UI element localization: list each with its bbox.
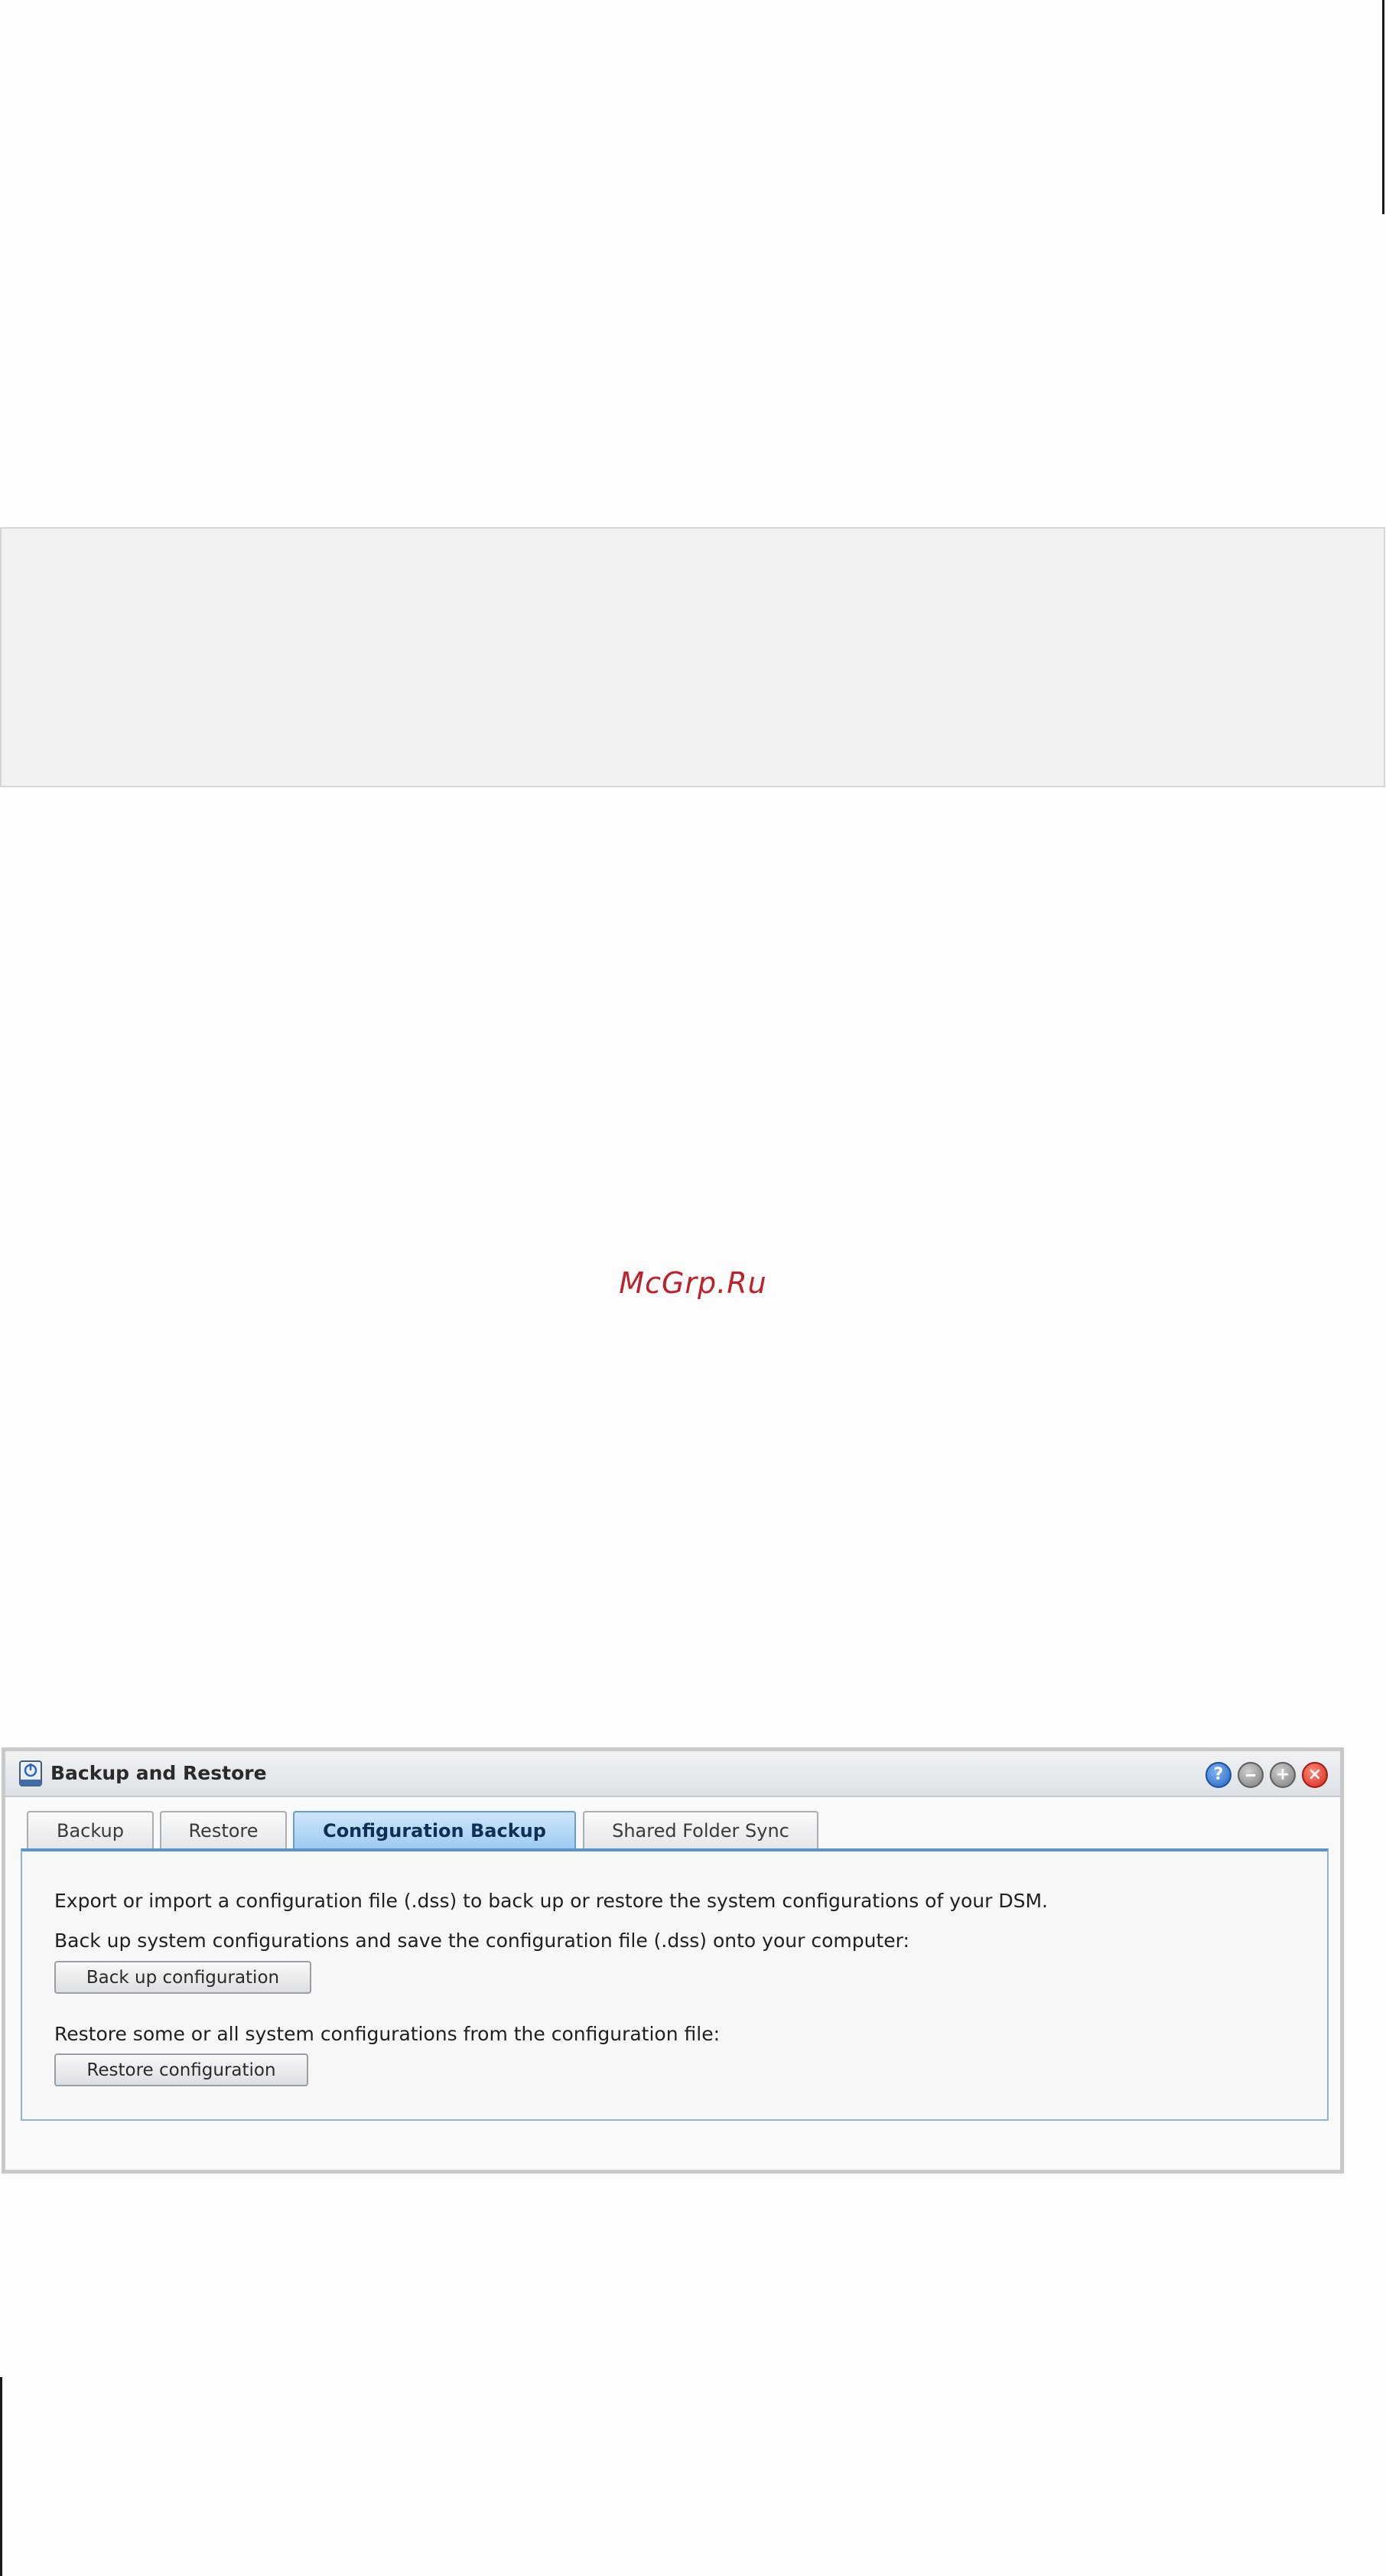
page-margin-rule-top (1382, 0, 1384, 214)
configuration-backup-panel: Export or import a configuration file (.… (21, 1848, 1329, 2121)
page-margin-rule-bottom (0, 2377, 2, 2576)
tab-configuration-backup[interactable]: Configuration Backup (293, 1811, 576, 1848)
maximize-icon[interactable]: + (1270, 1762, 1296, 1788)
watermark: McGrp.Ru (619, 1266, 767, 1300)
window-titlebar[interactable]: Backup and Restore ? + × (5, 1751, 1340, 1797)
backup-prompt-text: Back up system configurations and save t… (54, 1930, 909, 1952)
help-icon[interactable]: ? (1205, 1762, 1231, 1788)
window-title: Backup and Restore (50, 1762, 267, 1784)
tab-restore[interactable]: Restore (160, 1811, 287, 1848)
tab-backup[interactable]: Backup (27, 1811, 154, 1848)
shaded-note-box (0, 527, 1385, 787)
restore-prompt-text: Restore some or all system configuration… (54, 2023, 720, 2045)
restore-configuration-button[interactable]: Restore configuration (54, 2053, 308, 2086)
back-up-configuration-button[interactable]: Back up configuration (54, 1961, 311, 1994)
minimize-icon[interactable] (1238, 1762, 1264, 1788)
tab-shared-folder-sync[interactable]: Shared Folder Sync (583, 1811, 818, 1848)
backup-app-icon (19, 1760, 42, 1786)
intro-text: Export or import a configuration file (.… (54, 1890, 1048, 1912)
backup-and-restore-window: Backup and Restore ? + × Backup Restore … (2, 1747, 1344, 2174)
close-icon[interactable]: × (1302, 1762, 1328, 1788)
